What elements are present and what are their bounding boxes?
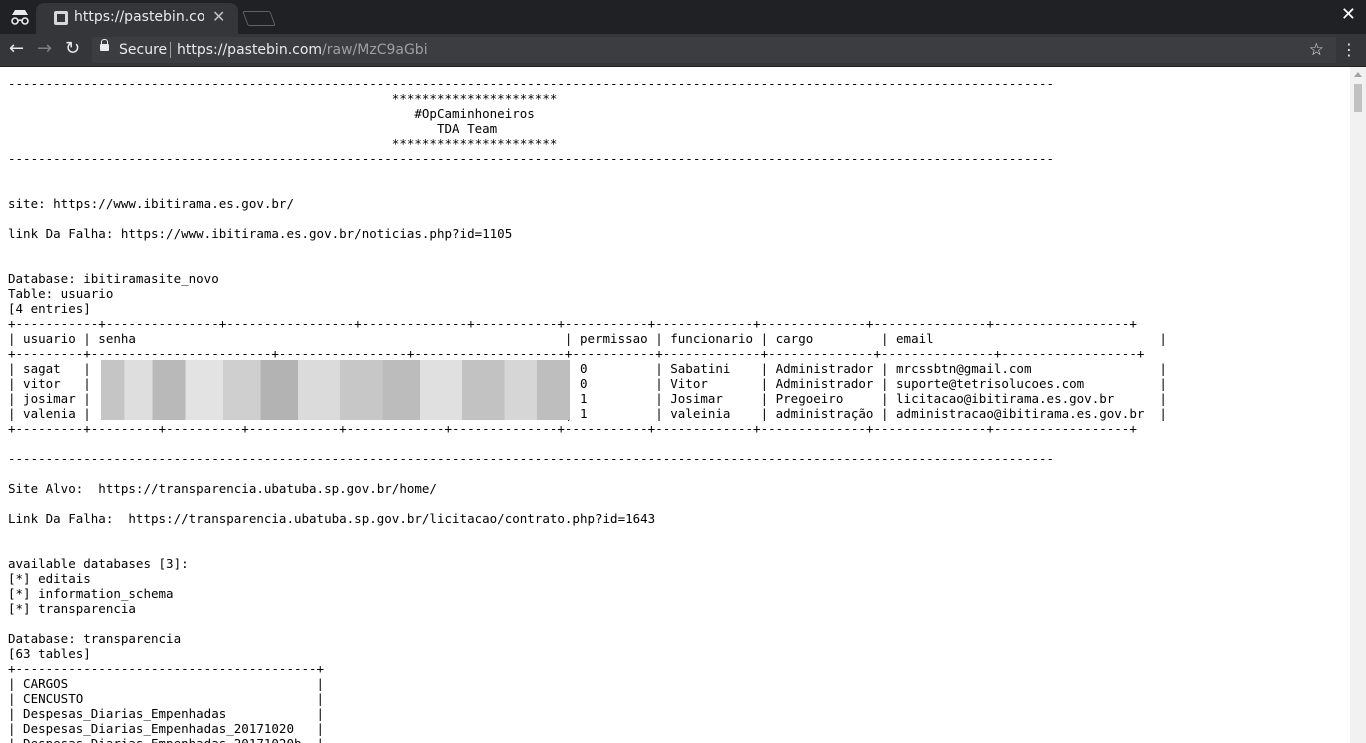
text-line: [*] transparencia xyxy=(8,601,136,616)
lock-icon xyxy=(100,39,109,51)
secure-label: Secure xyxy=(119,42,168,58)
browser-tab[interactable]: https://pastebin.com/raw/MzC9aGbi ✕ xyxy=(36,3,238,34)
text-line: [*] information_schema xyxy=(8,586,174,601)
text-line: +---------------------------------------… xyxy=(8,661,325,676)
tab-strip: https://pastebin.com/raw/MzC9aGbi ✕ ✕ xyxy=(0,0,1366,34)
text-line: | Despesas_Diarias_Empenhadas_20171020b … xyxy=(8,736,324,743)
new-tab-button[interactable] xyxy=(242,11,276,26)
forward-icon[interactable]: → xyxy=(37,39,52,59)
pastebin-favicon-icon xyxy=(54,11,68,25)
text-line: ----------------------------------------… xyxy=(8,451,1055,466)
scrollbar-thumb[interactable] xyxy=(1354,84,1362,112)
redacted-password-3 xyxy=(101,390,570,405)
url-text[interactable]: https://pastebin.com/raw/MzC9aGbi xyxy=(177,41,428,59)
text-line: | CENCUSTO | xyxy=(8,691,325,706)
reload-icon[interactable]: ↻ xyxy=(65,39,80,59)
text-line: Link Da Falha: https://transparencia.uba… xyxy=(8,511,656,526)
text-line: [*] editais xyxy=(8,571,91,586)
text-line: #OpCaminhoneiros xyxy=(8,106,535,121)
text-line: | CARGOS | xyxy=(8,676,325,691)
browser-toolbar: ← → ↻ Secure https://pastebin.com/raw/Mz… xyxy=(0,34,1366,67)
text-line: ----------------------------------------… xyxy=(8,151,1055,166)
text-line: ********************** xyxy=(8,91,558,106)
bookmark-star-icon[interactable]: ☆ xyxy=(1309,40,1324,60)
vertical-scrollbar[interactable] xyxy=(1350,67,1366,743)
text-line: +---------+---------+----------+--------… xyxy=(8,421,1137,436)
text-line: link Da Falha: https://www.ibitirama.es.… xyxy=(8,226,513,241)
text-line: +---------+------------------------+----… xyxy=(8,346,1145,361)
text-line: +-----------+---------------+-----------… xyxy=(8,316,1137,331)
incognito-icon xyxy=(11,10,29,25)
close-tab-icon[interactable]: ✕ xyxy=(212,8,225,26)
text-line: site: https://www.ibitirama.es.gov.br/ xyxy=(8,196,294,211)
redacted-password-2 xyxy=(101,375,570,390)
text-line: Site Alvo: https://transparencia.ubatuba… xyxy=(8,481,437,496)
redacted-password-4 xyxy=(101,405,570,420)
text-line: ********************** xyxy=(8,136,558,151)
url-host: https://pastebin.com xyxy=(177,42,323,58)
text-line: ----------------------------------------… xyxy=(8,76,1055,91)
text-line: Database: transparencia xyxy=(8,631,182,646)
address-separator xyxy=(170,42,171,58)
window-close-icon[interactable]: ✕ xyxy=(1341,5,1356,25)
text-line: | Despesas_Diarias_Empenhadas_20171020 | xyxy=(8,721,325,736)
redacted-password-1 xyxy=(101,360,570,375)
text-line: TDA Team xyxy=(8,121,498,136)
scroll-up-arrow-icon[interactable] xyxy=(1354,72,1362,77)
page-content: ----------------------------------------… xyxy=(0,67,1350,743)
text-line: [4 entries] xyxy=(8,301,91,316)
url-path: /raw/MzC9aGbi xyxy=(322,42,428,58)
back-icon[interactable]: ← xyxy=(9,39,24,59)
address-bar[interactable]: Secure https://pastebin.com/raw/MzC9aGbi… xyxy=(92,37,1336,63)
menu-icon[interactable]: ⋮ xyxy=(1341,41,1357,59)
text-line: Database: ibitiramasite_novo xyxy=(8,271,219,286)
text-line: [63 tables] xyxy=(8,646,91,661)
text-line: | Despesas_Diarias_Empenhadas | xyxy=(8,706,325,721)
text-line: | usuario | senha | permissao | funciona… xyxy=(8,331,1167,346)
text-line: available databases [3]: xyxy=(8,556,189,571)
text-line: Table: usuario xyxy=(8,286,114,301)
tab-title: https://pastebin.com/raw/MzC9aGbi xyxy=(74,9,204,25)
